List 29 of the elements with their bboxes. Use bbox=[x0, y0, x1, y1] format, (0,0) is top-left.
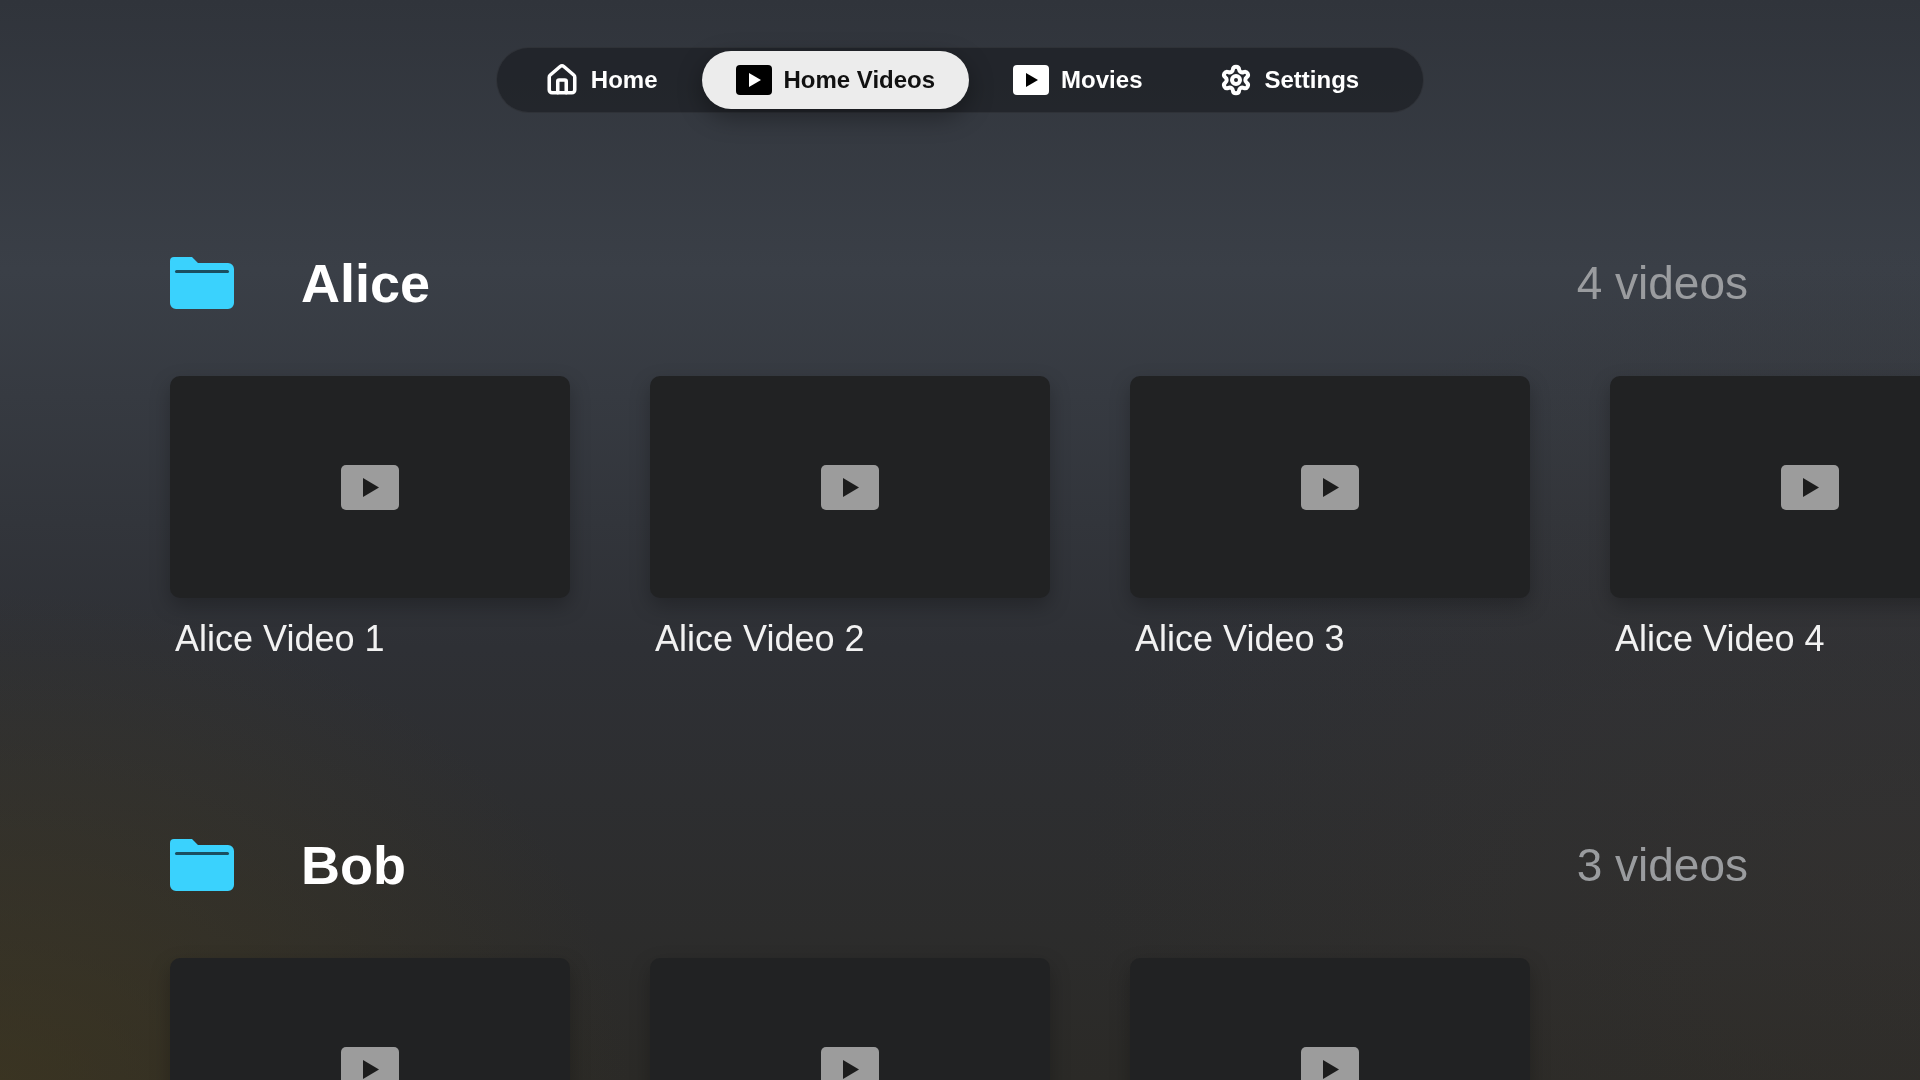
nav-tab[interactable]: Home Videos bbox=[701, 51, 970, 109]
play-icon bbox=[341, 464, 399, 510]
video-thumbnail[interactable] bbox=[1610, 376, 1920, 598]
video-title: Alice Video 4 bbox=[1615, 618, 1826, 660]
video-title: Alice Video 3 bbox=[1135, 618, 1346, 660]
play-icon bbox=[1013, 65, 1050, 95]
video-count: 4 videos bbox=[1576, 256, 1748, 310]
video-title: Alice Video 1 bbox=[175, 618, 386, 660]
nav-tab[interactable]: Movies bbox=[979, 51, 1177, 109]
play-icon bbox=[735, 65, 772, 95]
video-title: Alice Video 2 bbox=[655, 618, 866, 660]
home-icon bbox=[544, 63, 579, 97]
settings-icon bbox=[1220, 64, 1253, 96]
nav-tab[interactable]: Home bbox=[510, 51, 692, 109]
folder-icon bbox=[170, 839, 234, 891]
folder-title: Alice bbox=[301, 252, 432, 314]
play-icon bbox=[1781, 464, 1839, 510]
video-count: 3 videos bbox=[1576, 838, 1748, 892]
folder-icon bbox=[170, 257, 234, 309]
play-icon bbox=[821, 464, 879, 510]
video-thumbnail[interactable] bbox=[650, 376, 1050, 598]
video-thumbnail[interactable] bbox=[170, 376, 570, 598]
play-icon bbox=[821, 1046, 879, 1080]
video-thumbnail[interactable] bbox=[1130, 376, 1530, 598]
play-icon bbox=[341, 1046, 399, 1080]
play-icon bbox=[1301, 1046, 1359, 1080]
play-icon bbox=[1301, 464, 1359, 510]
nav-tab[interactable]: Settings bbox=[1186, 51, 1394, 109]
folder-title: Bob bbox=[301, 834, 407, 896]
